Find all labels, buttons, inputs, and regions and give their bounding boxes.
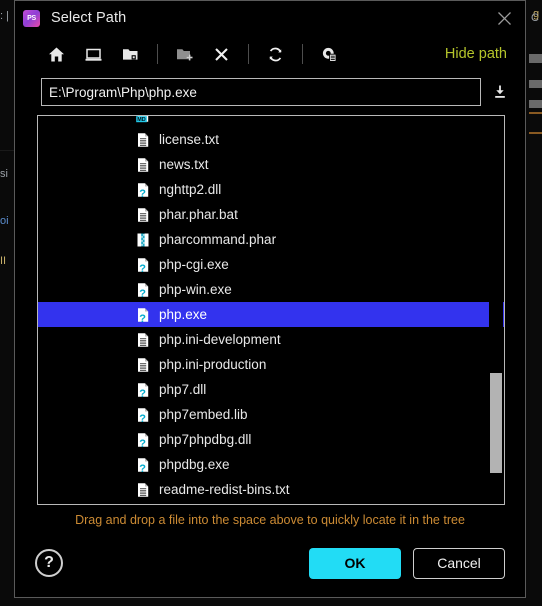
file-text-icon: [135, 332, 151, 348]
show-hidden-files-button[interactable]: [314, 40, 344, 68]
list-item-label: readme-redist-bins.txt: [159, 482, 290, 497]
home-button[interactable]: [41, 40, 71, 68]
drag-drop-hint: Drag and drop a file into the space abov…: [75, 513, 465, 527]
list-item[interactable]: readme-redist-bins.txt: [38, 477, 504, 502]
list-item[interactable]: ? php-cgi.exe: [38, 252, 504, 277]
list-item[interactable]: ? php-win.exe: [38, 277, 504, 302]
file-text-icon: [135, 207, 151, 223]
delete-button[interactable]: [206, 40, 236, 68]
list-item[interactable]: php.ini-development: [38, 327, 504, 352]
list-item-label: php.ini-development: [159, 332, 281, 347]
background-row: [529, 100, 542, 108]
dialog-title: Select Path: [51, 10, 127, 26]
svg-text:?: ?: [139, 313, 146, 323]
background-text-fragment: oi: [0, 215, 9, 227]
background-row: [529, 80, 542, 88]
file-list-rows: MD license.txt news.txt? nghttp2.dll phar.ph…: [38, 116, 504, 504]
file-unknown-icon: ?: [135, 407, 151, 423]
list-item[interactable]: ? php7embed.lib: [38, 402, 504, 427]
background-row: [529, 132, 542, 134]
svg-text:?: ?: [139, 388, 146, 398]
file-text-icon: [135, 157, 151, 173]
list-item[interactable]: license.txt: [38, 127, 504, 152]
hide-path-link[interactable]: Hide path: [445, 46, 507, 62]
refresh-button[interactable]: [260, 40, 290, 68]
path-row: [15, 73, 525, 111]
desktop-button[interactable]: [78, 40, 108, 68]
list-item-label: php.ini-production: [159, 357, 267, 372]
list-item[interactable]: phar.phar.bat: [38, 202, 504, 227]
dialog-toolbar: Hide path: [15, 35, 525, 73]
list-item[interactable]: ? phpdbg.exe: [38, 452, 504, 477]
list-item-label: php7embed.lib: [159, 407, 248, 422]
phpstorm-icon: PS: [23, 9, 40, 27]
file-md-icon: MD: [135, 116, 151, 123]
path-input[interactable]: [41, 78, 481, 106]
list-item-label: phpdbg.exe: [159, 457, 230, 472]
dialog-footer: ? OK Cancel: [15, 535, 525, 597]
list-item-partial[interactable]: MD: [38, 116, 504, 127]
svg-text:MD: MD: [137, 117, 145, 123]
list-item[interactable]: MDREADME.md: [38, 502, 504, 504]
toolbar-separator: [157, 44, 158, 64]
file-unknown-icon: ?: [135, 282, 151, 298]
project-folder-button[interactable]: [115, 40, 145, 68]
file-list[interactable]: MD license.txt news.txt? nghttp2.dll phar.ph…: [37, 115, 505, 505]
file-unknown-icon: ?: [135, 432, 151, 448]
list-item[interactable]: ? php7phpdbg.dll: [38, 427, 504, 452]
scrollbar-thumb[interactable]: [490, 373, 502, 473]
background-row: [529, 112, 542, 114]
list-item-label: pharcommand.phar: [159, 232, 277, 247]
close-icon[interactable]: [491, 5, 517, 31]
list-item-label: news.txt: [159, 157, 209, 172]
cancel-button[interactable]: Cancel: [413, 547, 505, 579]
select-path-dialog: PS Select Path Hide path E:\Program\Php\…: [14, 0, 526, 598]
file-unknown-icon: ?: [135, 307, 151, 323]
file-unknown-icon: ?: [135, 382, 151, 398]
list-item[interactable]: ? php7.dll: [38, 377, 504, 402]
list-item-label: phar.phar.bat: [159, 207, 238, 222]
file-unknown-icon: ?: [135, 257, 151, 273]
background-divider: [0, 150, 14, 151]
list-item[interactable]: ? nghttp2.dll: [38, 177, 504, 202]
file-list-scrollbar[interactable]: [489, 117, 503, 503]
file-archive-icon: [135, 232, 151, 248]
file-text-icon: [135, 132, 151, 148]
dialog-titlebar: PS Select Path: [15, 1, 525, 35]
background-row: [529, 54, 542, 63]
list-item[interactable]: ? php.exe: [38, 302, 504, 327]
new-folder-button[interactable]: [169, 40, 199, 68]
help-button[interactable]: ?: [35, 549, 63, 577]
list-item-label: php7phpdbg.dll: [159, 432, 252, 447]
phpstorm-icon-label: PS: [27, 14, 36, 22]
list-item-label: license.txt: [159, 132, 220, 147]
list-item-label: nghttp2.dll: [159, 182, 222, 197]
background-text-fragment: : |: [0, 10, 9, 22]
file-text-icon: [135, 357, 151, 373]
file-text-icon: [135, 482, 151, 498]
list-item-label: php7.dll: [159, 382, 207, 397]
list-item[interactable]: news.txt: [38, 152, 504, 177]
svg-text:?: ?: [139, 438, 146, 448]
svg-text:?: ?: [139, 263, 146, 273]
svg-text:?: ?: [139, 413, 146, 423]
background-text-fragment: C: [531, 12, 539, 24]
ok-button[interactable]: OK: [309, 547, 401, 579]
svg-text:?: ?: [139, 288, 146, 298]
svg-text:?: ?: [139, 463, 146, 473]
insert-path-icon[interactable]: [485, 78, 515, 106]
file-unknown-icon: ?: [135, 182, 151, 198]
background-text-fragment: si: [0, 168, 8, 180]
toolbar-separator: [302, 44, 303, 64]
list-item[interactable]: php.ini-production: [38, 352, 504, 377]
list-item-label: php-win.exe: [159, 282, 232, 297]
list-item-label: php-cgi.exe: [159, 257, 229, 272]
toolbar-separator: [248, 44, 249, 64]
file-unknown-icon: ?: [135, 457, 151, 473]
list-item-label: php.exe: [159, 307, 208, 322]
svg-text:?: ?: [139, 188, 146, 198]
list-item[interactable]: pharcommand.phar: [38, 227, 504, 252]
background-text-fragment: II: [0, 255, 7, 267]
